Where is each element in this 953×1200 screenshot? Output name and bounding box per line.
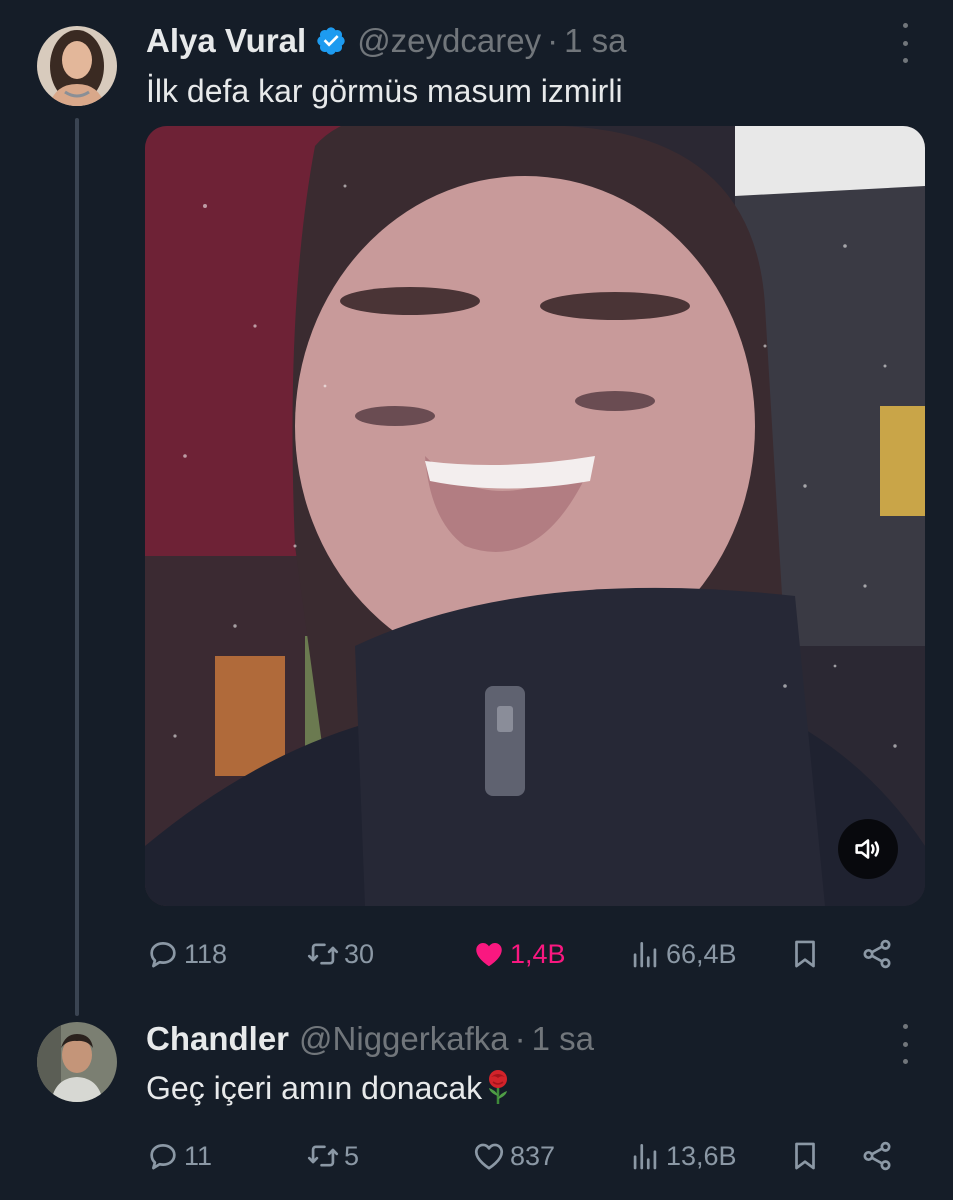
separator-dot: · [547,22,559,59]
heart-icon [474,1143,504,1170]
views-icon [633,942,657,968]
reply-like-count: 837 [510,1140,556,1171]
speaker-icon [855,839,880,859]
video-player[interactable] [145,126,925,906]
rose-icon [485,1069,511,1105]
reply-text-row: Geç içeri amın donacak [146,1066,511,1110]
share-icon [863,1141,891,1171]
verified-badge-icon [315,25,347,57]
author-name[interactable]: Alya Vural [146,22,306,60]
reply-reply-button[interactable]: 11 [146,1134,212,1178]
avatar-chandler[interactable] [37,1022,117,1102]
views-icon [633,1144,657,1170]
heart-icon [476,942,502,967]
retweet-count: 30 [344,938,375,969]
reply-author-name[interactable]: Chandler [146,1020,289,1058]
retweet-icon [307,943,339,965]
bookmark-button[interactable] [788,932,822,976]
reply-bookmark-button[interactable] [788,1134,822,1178]
reply-separator-dot: · [514,1020,526,1057]
retweet-icon [307,1145,339,1167]
reply-button[interactable]: 118 [146,932,227,976]
reply-reply-count: 11 [184,1140,213,1171]
share-icon [863,939,891,969]
avatar-alya-vural[interactable] [37,26,117,106]
reply-like-button[interactable]: 837 [472,1134,555,1178]
reply-icon [150,942,176,968]
reply-header: Chandler @Niggerkafka · 1 sa [146,1018,594,1060]
reply-views-count: 13,6B [666,1140,737,1171]
reply-more-dots-icon[interactable] [898,1024,912,1064]
reply-actions: 11 5 837 13,6B [146,1134,916,1178]
thread-connector-line [75,118,79,1016]
reply-timestamp[interactable]: 1 sa [532,1020,594,1058]
views-count: 66,4B [666,938,737,969]
reply-text: Geç içeri amın donacak [146,1070,483,1106]
timestamp[interactable]: 1 sa [564,22,626,60]
views-button[interactable]: 66,4B [628,932,737,976]
like-button[interactable]: 1,4B [472,932,566,976]
reply-icon [150,1144,176,1170]
more-dots-icon[interactable] [898,23,912,63]
reply-retweet-button[interactable]: 5 [306,1134,359,1178]
tweet-text: İlk defa kar görmüs masum izmirli [146,73,623,109]
share-button[interactable] [860,932,894,976]
sound-toggle-button[interactable] [838,819,898,879]
tweet-actions: 118 30 1,4B 66,4B [146,932,916,976]
reply-count: 118 [184,938,228,969]
bookmark-icon [795,1142,815,1170]
like-count: 1,4B [510,938,566,969]
reply-author-handle[interactable]: @Niggerkafka [299,1020,509,1058]
retweet-button[interactable]: 30 [306,932,374,976]
reply-retweet-count: 5 [344,1140,360,1171]
reply-share-button[interactable] [860,1134,894,1178]
video-frame [145,126,925,906]
bookmark-icon [795,940,815,968]
tweet-header: Alya Vural @zeydcarey · 1 sa [146,20,626,62]
reply-views-button[interactable]: 13,6B [628,1134,737,1178]
author-handle[interactable]: @zeydcarey [357,22,541,60]
